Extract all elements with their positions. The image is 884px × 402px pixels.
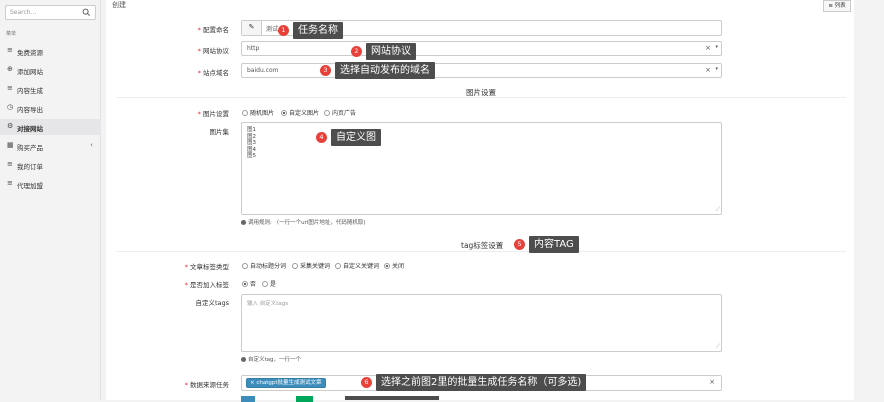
list-button[interactable]: ≡ 列表 — [823, 0, 851, 12]
sidebar-item-label: 代理加盟 — [17, 182, 43, 190]
clear-icon[interactable]: × — [705, 44, 711, 52]
sidebar: Search... 菜单 ≡ 免费资源 ⊕ 添加网站 ≡ 内容生成 ◷ 内容导出… — [0, 0, 101, 400]
nav-section-header: 菜单 — [6, 31, 17, 37]
resize-handle-icon[interactable]: ⟋ — [716, 207, 720, 213]
list-icon: ≡ — [7, 179, 13, 187]
sidebar-item-connect-site[interactable]: ⚙ 对接网站 — [0, 119, 101, 135]
list-icon: ≡ — [7, 84, 13, 92]
tag-type-label: * 文章标签类型 — [184, 263, 229, 271]
sidebar-item-label: 内容生成 — [17, 87, 43, 95]
radio-collected-keywords[interactable]: 采集关键词 — [292, 261, 330, 270]
radio-yes[interactable]: 是 — [262, 279, 276, 288]
protocol-label: * 网站协议 — [197, 47, 229, 55]
info-icon — [241, 357, 246, 362]
gear-icon: ⚙ — [7, 122, 14, 130]
image-set-textarea[interactable]: 图1 图2 图3 图4 图5 ⟋ — [241, 122, 722, 215]
sidebar-item-my-orders[interactable]: ≡ 我的订单 — [0, 157, 101, 173]
callout-text: 自定义图 — [331, 129, 381, 146]
sidebar-item-label: 对接网站 — [17, 125, 43, 133]
sidebar-item-content-generate[interactable]: ≡ 内容生成 — [0, 81, 101, 97]
image-set-label: 图片集 — [209, 128, 230, 136]
domain-label: * 站点域名 — [197, 69, 229, 77]
search-input[interactable]: Search... — [5, 5, 96, 20]
sidebar-item-content-export[interactable]: ◷ 内容导出 — [0, 100, 101, 116]
callout-text: 内容TAG — [529, 236, 579, 253]
callout-number: 3 — [320, 65, 331, 76]
search-icon[interactable] — [82, 8, 91, 17]
custom-tags-placeholder: 输入 自定义tags — [247, 301, 289, 307]
image-hint: 调用规则: （一行一个url图片地址，代码随机取) — [241, 218, 366, 226]
custom-tags-textarea[interactable]: 输入 自定义tags ⟋ — [241, 294, 722, 352]
task-name-value: 测试 — [266, 26, 279, 33]
custom-tags-label: 自定义tags — [195, 299, 229, 307]
callout-text: 任务名称 — [293, 22, 343, 39]
reset-button[interactable] — [296, 396, 313, 402]
radio-auto-title-seg[interactable]: 自动标题分词 — [242, 261, 286, 270]
clear-icon[interactable]: × — [705, 66, 711, 74]
pencil-icon: ✎ — [242, 21, 262, 35]
domain-value: baidu.com — [247, 67, 279, 74]
protocol-value: http — [247, 45, 260, 52]
info-icon — [241, 220, 246, 225]
divider — [116, 251, 846, 252]
image-type-label: * 图片设置 — [197, 110, 229, 118]
clear-icon[interactable]: × — [709, 378, 715, 386]
callout-number: 2 — [351, 46, 362, 57]
main-panel: 创建 ≡ 列表 * 配置命名 ✎ 测试 * 网站协议 http × ▾ * 站点… — [106, 0, 854, 402]
calendar-icon: ▦ — [7, 141, 14, 149]
add-tag-label: * 是否加入标签 — [184, 281, 229, 289]
sidebar-item-label: 添加网站 — [17, 68, 43, 76]
sidebar-item-label: 免费资源 — [17, 49, 43, 57]
callout-number: 6 — [361, 377, 372, 388]
callout-number: 5 — [514, 239, 525, 250]
sidebar-item-label: 购买产品 — [17, 144, 43, 152]
plus-circle-icon: ⊕ — [7, 65, 13, 73]
resize-handle-icon[interactable]: ⟋ — [716, 344, 720, 350]
list-icon: ≡ — [7, 46, 13, 54]
page-title: 创建 — [112, 1, 126, 9]
radio-random-image[interactable]: 随机图片 — [242, 108, 274, 117]
callout-number: 4 — [316, 132, 327, 143]
clock-icon: ◷ — [7, 103, 14, 111]
source-task-label: * 数据来源任务 — [184, 381, 229, 389]
protocol-select[interactable]: http × ▾ — [241, 41, 722, 56]
radio-custom-image[interactable]: 自定义图片 — [281, 108, 319, 117]
sidebar-item-add-site[interactable]: ⊕ 添加网站 — [0, 62, 101, 78]
tags-hint: 自定义tag，一行一个 — [241, 355, 301, 363]
radio-inner-ad[interactable]: 内页广告 — [324, 108, 356, 117]
list-icon: ≡ — [7, 160, 13, 168]
chevron-down-icon[interactable]: ▾ — [715, 44, 718, 50]
selected-task-chip[interactable]: × chatgpt批量生成测试文章 — [246, 378, 326, 388]
chevron-left-icon: ‹ — [90, 141, 93, 149]
chevron-down-icon[interactable]: ▾ — [715, 66, 718, 72]
callout-text: 选择之前图2里的批量生成任务名称（可多选) — [376, 374, 587, 391]
image-set-value: 图1 图2 图3 图4 图5 — [247, 127, 256, 159]
domain-select[interactable]: baidu.com × ▾ — [241, 63, 722, 78]
callout-text: 网站协议 — [366, 43, 416, 60]
sidebar-item-buy-product[interactable]: ▦ 购买产品 ‹ — [0, 138, 101, 154]
sidebar-item-label: 我的订单 — [17, 163, 43, 171]
callout-number: 1 — [278, 25, 289, 36]
radio-no[interactable]: 否 — [242, 279, 256, 288]
sidebar-item-free-resources[interactable]: ≡ 免费资源 — [0, 43, 101, 59]
partial-callout — [345, 396, 439, 400]
search-placeholder: Search... — [10, 9, 37, 16]
radio-close[interactable]: 关闭 — [384, 261, 404, 270]
submit-button[interactable] — [241, 396, 255, 402]
task-name-label: * 配置命名 — [197, 26, 229, 34]
sidebar-item-agent[interactable]: ≡ 代理加盟 — [0, 176, 101, 192]
callout-text: 选择自动发布的域名 — [335, 62, 435, 79]
sidebar-item-label: 内容导出 — [17, 106, 43, 114]
divider — [116, 97, 846, 98]
tag-section-title: tag标签设置 — [461, 241, 504, 250]
radio-custom-keywords[interactable]: 自定义关键词 — [335, 261, 379, 270]
